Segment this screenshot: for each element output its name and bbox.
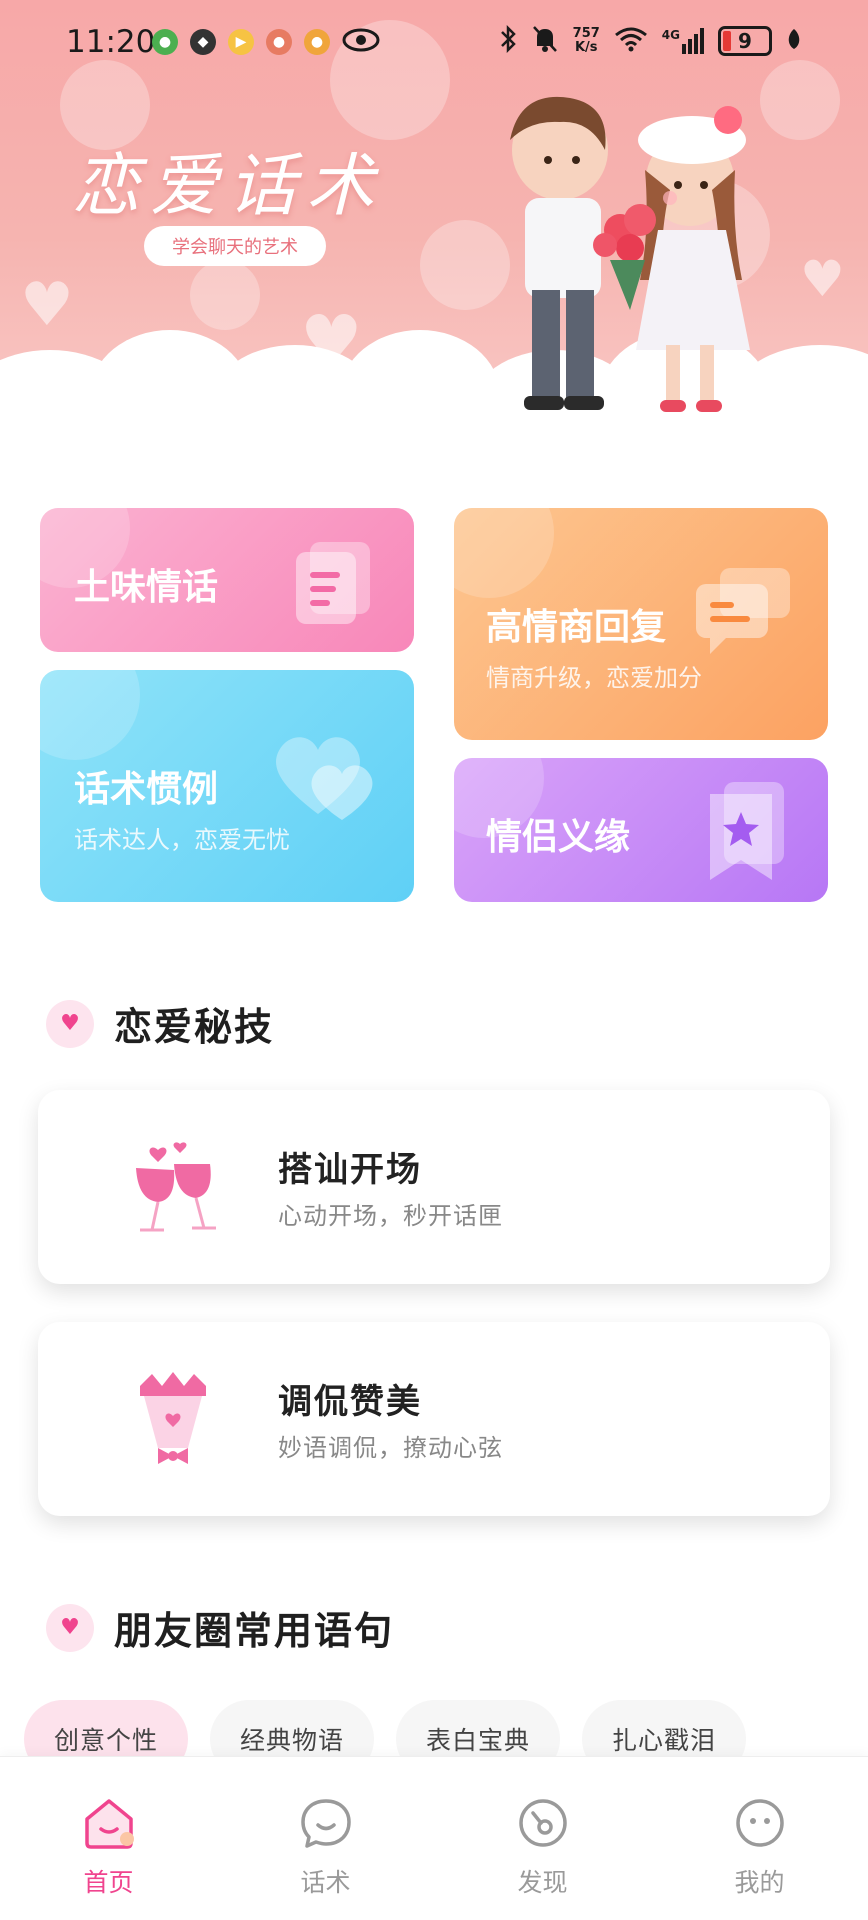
card-gaoqingshang-title: 高情商回复 [486,607,667,648]
app-notification-icon: ● [266,29,292,55]
section-moments-title: 朋友圈常用语句 [114,1609,395,1653]
section-love-tips-header: ♥ 恋爱秘技 [46,996,274,1051]
chat-smile-icon [300,1799,351,1848]
nav-discover[interactable]: 发现 [434,1757,651,1920]
bookmark-star-icon [710,782,784,880]
card-tuwei-title: 土味情话 [74,567,219,608]
section-moments-header: ♥ 朋友圈常用语句 [46,1600,394,1655]
home-icon [84,1799,134,1849]
card-qinglv-title: 情侣义缘 [486,817,631,858]
tip-subtitle: 心动开场，秒开话匣 [278,1202,503,1230]
bluetooth-icon [499,24,517,58]
hero-subtitle: 学会聊天的艺术 [144,226,326,266]
card-gaoqingshang-subtitle: 情商升级，恋爱加分 [486,664,702,692]
wine-glasses-icon [136,1142,216,1232]
tip-subtitle: 妙语调侃，撩动心弦 [278,1434,503,1462]
signal-icon: 4G [662,28,704,54]
hero-banner: ♥ ♥ ♥ 11:20 ● ◆ ▶ ● ● 757 K/s 4G 9 恋爱话术 … [0,0,868,430]
couple-illustration [510,96,750,412]
mute-bell-icon [531,24,559,58]
nav-mine-label: 我的 [734,1868,785,1897]
document-icon [296,542,370,624]
bouquet-icon [140,1372,206,1464]
status-bar: 11:20 ● ◆ ▶ ● ● 757 K/s 4G 9 [0,0,868,88]
card-tuwei[interactable]: 土味情话 [40,508,414,652]
tip-card-tiaokan[interactable]: 调侃赞美 妙语调侃，撩动心弦 [38,1322,830,1516]
tip-title: 搭讪开场 [278,1150,422,1190]
hero-title: 恋爱话术 [72,147,385,226]
hearts-icon [276,737,373,820]
card-gaoqingshang[interactable]: 高情商回复 情商升级，恋爱加分 [454,508,828,740]
bottom-navigation: 首页 话术 发现 我的 [0,1756,868,1920]
card-huashu-subtitle: 话术达人，恋爱无忧 [74,826,290,854]
wifi-icon [614,25,648,57]
chat-bubbles-icon [696,568,790,654]
leaf-icon [786,27,802,55]
compass-icon [518,1799,567,1847]
battery-icon: 9 [718,26,772,56]
app-notification-icon: ● [304,29,330,55]
heart-icon: ♥ [46,1603,94,1652]
card-huashu-title: 话术惯例 [74,769,219,810]
app-notification-icon: ● [152,29,178,55]
tip-card-dashan[interactable]: 搭讪开场 心动开场，秒开话匣 [38,1090,830,1284]
heart-icon: ♥ [46,999,94,1048]
card-qinglv[interactable]: 情侣义缘 [454,758,828,902]
nav-huashu-label: 话术 [300,1868,351,1897]
nav-discover-label: 发现 [517,1868,568,1897]
section-love-tips-title: 恋爱秘技 [114,1005,275,1049]
app-notification-icon: ◆ [190,29,216,55]
tip-title: 调侃赞美 [278,1382,422,1422]
nav-huashu[interactable]: 话术 [217,1757,434,1920]
eye-icon [342,28,380,56]
status-time: 11:20 [66,24,156,60]
nav-home-label: 首页 [83,1868,134,1897]
nav-mine[interactable]: 我的 [651,1757,868,1920]
network-speed: 757 K/s [572,26,600,55]
nav-home[interactable]: 首页 [0,1757,217,1920]
face-icon [735,1799,784,1847]
app-notification-icon: ▶ [228,29,254,55]
card-huashu[interactable]: 话术惯例 话术达人，恋爱无忧 [40,670,414,902]
